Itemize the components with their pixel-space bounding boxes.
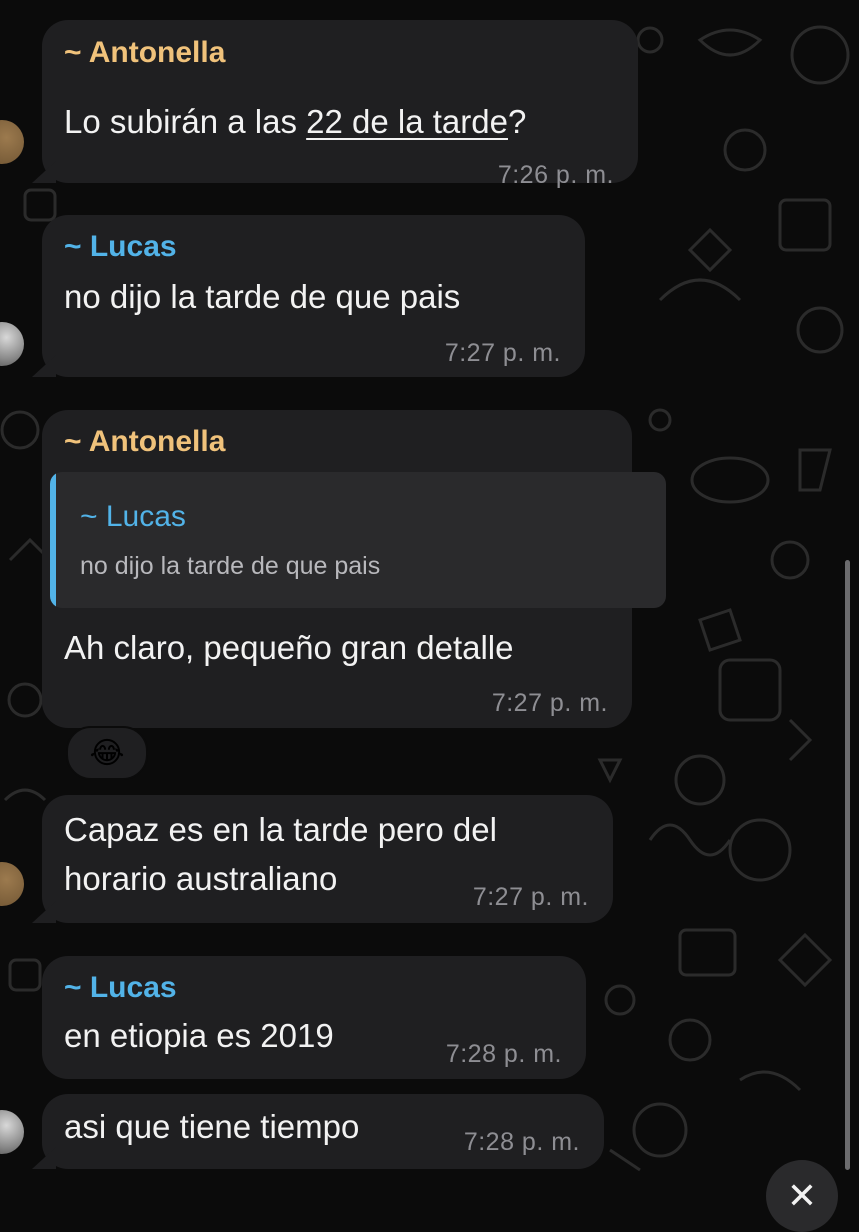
message-text-part: Lo subirán a las [64,103,307,140]
message-time: 7:28 p. m. [463,1128,580,1156]
message-text: en etiopia es 2019 [64,1017,334,1054]
message-bubble[interactable]: ~ Lucas en etiopia es 2019 7:28 p. m. [42,956,586,1079]
reaction-badge[interactable]: 😂 [66,726,148,780]
message-text: Capaz es en la tarde pero del [64,811,497,848]
message-time: 7:27 p. m. [444,339,561,367]
message-text: Ah claro, pequeño gran detalle [64,629,514,666]
message-bubble[interactable]: Capaz es en la tarde pero del horario au… [32,795,613,923]
quote-bar [50,472,56,608]
quoted-message[interactable]: ~ Lucas no dijo la tarde de que pais [50,472,666,608]
sender-name[interactable]: ~ Antonella [64,36,225,70]
message-time: 7:27 p. m. [491,689,608,717]
message-text: Lo subirán a las 22 de la tarde? [64,100,526,144]
sender-name[interactable]: ~ Lucas [64,971,177,1005]
quote-text: no dijo la tarde de que pais [80,552,381,580]
scrollbar[interactable] [845,560,850,1170]
message-text: horario australiano [64,860,338,897]
message-bubble[interactable]: asi que tiene tiempo 7:28 p. m. [32,1094,604,1169]
message-bubble[interactable]: ~ Antonella ~ Lucas no dijo la tarde de … [42,410,666,728]
sender-name[interactable]: ~ Antonella [64,425,225,459]
quote-sender: ~ Lucas [80,500,186,533]
message-time: 7:28 p. m. [445,1040,562,1068]
message-bubble[interactable]: ~ Lucas no dijo la tarde de que pais 7:2… [32,215,585,377]
time-link[interactable]: 22 de la tarde [306,103,508,140]
message-time: 7:26 p. m. [497,161,614,189]
close-button[interactable]: ✕ [766,1160,838,1232]
close-icon: ✕ [786,1175,818,1216]
message-text: asi que tiene tiempo [64,1108,360,1145]
message-text: no dijo la tarde de que pais [64,278,461,315]
message-time: 7:27 p. m. [472,883,589,911]
message-bubble[interactable]: ~ Antonella Lo subirán a las 22 de la ta… [32,20,638,189]
sender-name[interactable]: ~ Lucas [64,230,177,264]
message-text-part: ? [507,103,527,140]
